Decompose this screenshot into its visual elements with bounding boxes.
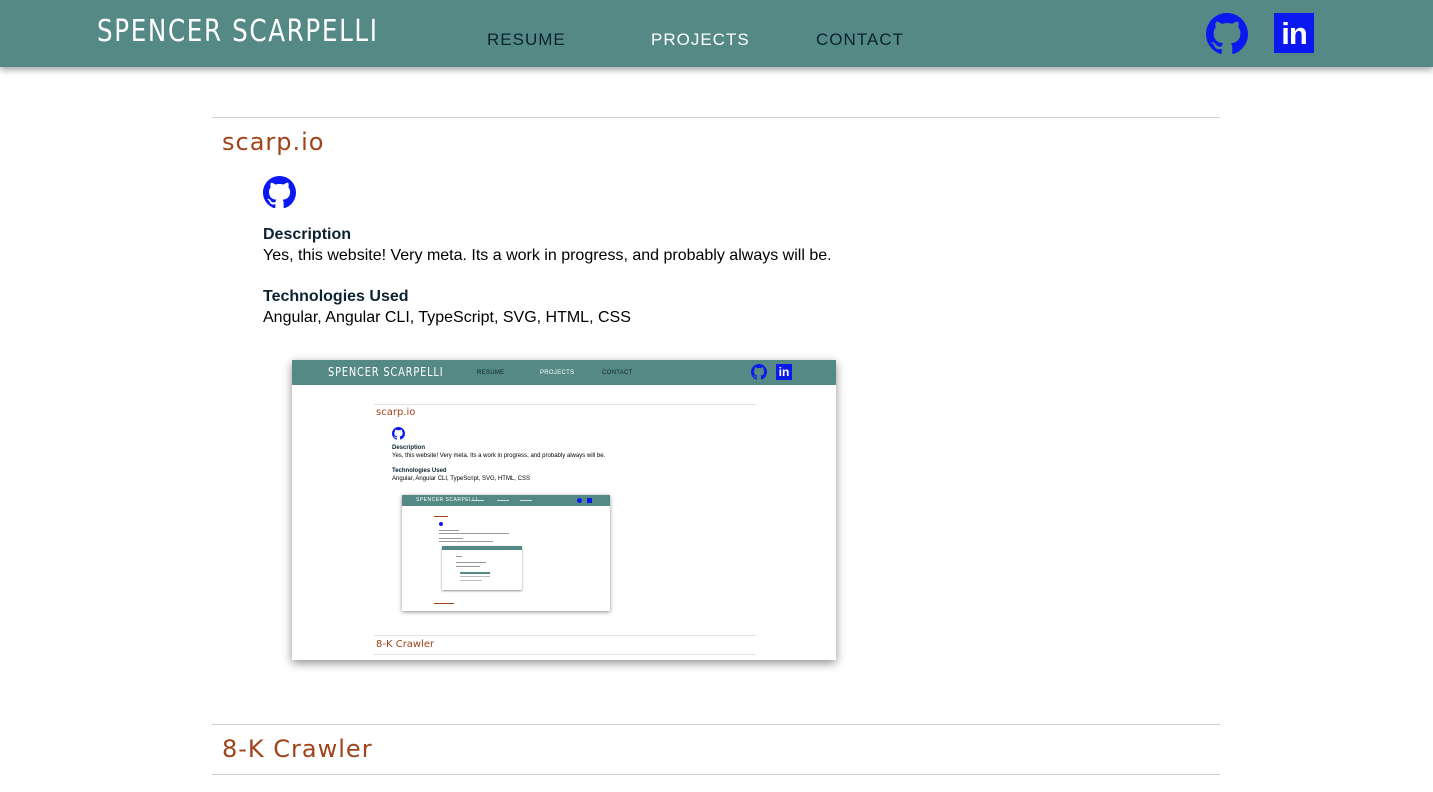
- project-divider: [212, 774, 1220, 775]
- nested-level-2-line: [460, 580, 482, 581]
- nested-screenshot: SPENCER SCARPELLI: [402, 495, 610, 611]
- nested-text-line: [439, 530, 459, 531]
- technologies-text: Angular, Angular CLI, TypeScript, SVG, H…: [263, 309, 631, 326]
- project-divider: [212, 117, 1220, 118]
- screenshot-linkedin-icon: in: [776, 364, 792, 380]
- screenshot-project-title: scarp.io: [376, 407, 416, 418]
- screenshot-divider: [374, 654, 756, 655]
- nested-level-2-line: [456, 562, 486, 563]
- screenshot-description-text: Yes, this website! Very meta. Its a work…: [392, 453, 606, 459]
- screenshot-nav-resume: RESUME: [477, 370, 505, 376]
- nested-text-line: [439, 533, 509, 534]
- project-divider: [212, 724, 1220, 725]
- nested-text-line: [439, 538, 463, 539]
- nested-level-2-line: [460, 576, 490, 577]
- nav-contact[interactable]: CONTACT: [816, 30, 904, 50]
- nested-nav-line: [520, 500, 532, 501]
- project-screenshot: SPENCER SCARPELLI RESUME PROJECTS CONTAC…: [292, 360, 836, 660]
- nested-text-line: [439, 541, 493, 542]
- screenshot-description-label: Description: [392, 445, 426, 451]
- nested-level-2-line: [456, 556, 462, 557]
- nested-next-title-line: [434, 603, 454, 604]
- nested-level-2-navbar: [442, 546, 522, 550]
- nested-nav-line: [497, 500, 509, 501]
- nested-level-2-line: [456, 566, 480, 567]
- screenshot-technologies-text: Angular, Angular CLI, TypeScript, SVG, H…: [392, 476, 530, 482]
- description-text: Yes, this website! Very meta. Its a work…: [263, 247, 832, 264]
- github-icon[interactable]: [1206, 13, 1248, 55]
- project-github-icon[interactable]: [263, 176, 296, 209]
- project-title-scarp-io[interactable]: scarp.io: [222, 128, 325, 156]
- project-title-8k-crawler[interactable]: 8-K Crawler: [222, 735, 373, 763]
- screenshot-nav-projects: PROJECTS: [540, 370, 575, 376]
- nested-nav-line: [472, 500, 484, 501]
- top-navbar: SPENCER SCARPELLI RESUME PROJECTS CONTAC…: [0, 0, 1433, 67]
- screenshot-project-github-icon: [392, 427, 405, 440]
- nested-title-line: [434, 516, 448, 517]
- technologies-label: Technologies Used: [263, 288, 409, 305]
- nested-level-2-thumb: [460, 572, 490, 574]
- nested-screenshot-level-2: [442, 546, 522, 590]
- nested-linkedin-icon: [587, 498, 592, 503]
- screenshot-nav-contact: CONTACT: [602, 370, 633, 376]
- nested-project-github-icon: [439, 522, 443, 526]
- nav-resume[interactable]: RESUME: [487, 30, 566, 50]
- screenshot-next-title: 8-K Crawler: [376, 639, 435, 650]
- linkedin-icon[interactable]: in: [1274, 13, 1314, 53]
- site-brand[interactable]: SPENCER SCARPELLI: [97, 14, 379, 49]
- description-label: Description: [263, 226, 352, 243]
- nested-brand: SPENCER SCARPELLI: [416, 497, 478, 503]
- screenshot-technologies-label: Technologies Used: [392, 468, 447, 474]
- screenshot-github-icon: [751, 364, 767, 380]
- nested-github-icon: [577, 498, 582, 503]
- screenshot-divider: [374, 404, 756, 405]
- nav-projects[interactable]: PROJECTS: [651, 30, 750, 50]
- screenshot-brand: SPENCER SCARPELLI: [328, 365, 444, 379]
- screenshot-divider: [374, 635, 756, 636]
